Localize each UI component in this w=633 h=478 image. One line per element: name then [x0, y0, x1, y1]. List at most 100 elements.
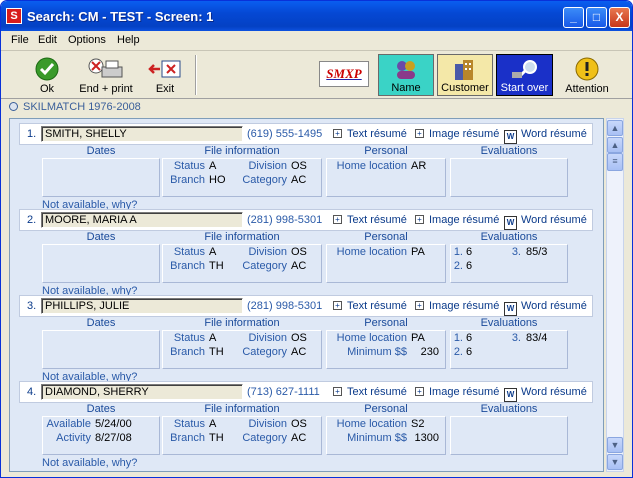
smxp-button[interactable]: SMXP	[319, 61, 369, 87]
activity-label: Activity	[56, 432, 91, 444]
image-resume-link[interactable]: + Image résumé	[415, 300, 499, 312]
name-label: Name	[391, 82, 421, 94]
scroll-down-page-icon[interactable]: ▼	[607, 437, 623, 453]
phone-number[interactable]: (281) 998-5301	[247, 300, 322, 312]
maximize-button[interactable]: □	[586, 7, 607, 28]
branch-label: Branch	[170, 174, 205, 186]
home-location-label: Home location	[336, 160, 407, 172]
status-value: A	[209, 246, 217, 258]
app-window: S Search: CM - TEST - Screen: 1 _ □ X Fi…	[0, 0, 633, 478]
activity-value: 8/27/08	[95, 432, 132, 444]
category-label: Category	[242, 346, 287, 358]
exit-button[interactable]: Exit	[145, 54, 185, 96]
dates-title: Dates	[86, 403, 116, 415]
eval-1-value: 6	[466, 332, 473, 344]
image-resume-label: Image résumé	[429, 300, 500, 312]
category-value: AC	[291, 174, 307, 186]
minimum-value: 1300	[414, 432, 439, 444]
copyright-icon	[9, 102, 18, 111]
printer-icon	[88, 58, 123, 78]
eval-1-label: 1.	[453, 246, 463, 258]
branch-value: TH	[209, 260, 224, 272]
eval-2-value: 6	[466, 260, 473, 272]
not-available-link[interactable]: Not available, why?	[42, 457, 137, 469]
home-location-label: Home location	[336, 418, 407, 430]
ok-button[interactable]: Ok	[29, 54, 65, 96]
minimize-button[interactable]: _	[563, 7, 584, 28]
menu-file[interactable]: File	[11, 34, 29, 46]
evaluations-box	[450, 416, 568, 455]
title-bar[interactable]: S Search: CM - TEST - Screen: 1 _ □ X	[1, 1, 632, 31]
start-over-button[interactable]: Start over	[496, 54, 553, 96]
scroll-thumb[interactable]: ≡	[607, 153, 623, 171]
text-resume-link[interactable]: + Text résumé	[333, 128, 407, 140]
scroll-up-icon[interactable]: ▲	[607, 120, 623, 136]
image-resume-link[interactable]: + Image résumé	[415, 214, 499, 226]
candidate-name[interactable]: PHILLIPS, JULIE	[41, 298, 243, 314]
close-button[interactable]: X	[609, 7, 630, 28]
text-resume-link[interactable]: + Text résumé	[333, 300, 407, 312]
window-title: Search: CM - TEST - Screen: 1	[27, 9, 214, 24]
attention-button[interactable]: Attention	[561, 54, 613, 96]
record-header: 1. SMITH, SHELLY (619) 555-1495 + Text ré…	[19, 123, 593, 145]
exit-label: Exit	[155, 83, 175, 95]
expand-icon: +	[415, 301, 424, 310]
vertical-scrollbar[interactable]: ▲ ▲ ≡ ▼ ▼	[606, 118, 624, 472]
text-resume-link[interactable]: + Text résumé	[333, 386, 407, 398]
customer-button[interactable]: Customer	[437, 54, 493, 96]
status-label: Status	[173, 332, 205, 344]
image-resume-label: Image résumé	[429, 386, 500, 398]
eval-2-label: 2.	[453, 260, 463, 272]
candidate-name[interactable]: SMITH, SHELLY	[41, 126, 243, 142]
scroll-down-icon[interactable]: ▼	[607, 454, 623, 470]
status-label: Status	[173, 160, 205, 172]
evaluations-title: Evaluations	[480, 317, 538, 329]
image-resume-link[interactable]: + Image résumé	[415, 386, 499, 398]
category-label: Category	[242, 174, 287, 186]
word-resume-label: Word résumé	[521, 300, 587, 312]
division-value: OS	[291, 418, 307, 430]
end-print-label: End + print	[79, 83, 133, 95]
phone-number[interactable]: (713) 627-1111	[247, 386, 320, 398]
building-icon	[455, 60, 473, 80]
warning-icon	[575, 57, 599, 81]
branch-value: TH	[209, 432, 224, 444]
candidate-name[interactable]: MOORE, MARIA A	[41, 212, 243, 228]
brand-line: SKILMATCH 1976-2008	[1, 99, 632, 116]
text-resume-label: Text résumé	[347, 386, 407, 398]
expand-icon: +	[415, 129, 424, 138]
word-resume-link[interactable]: W Word résumé	[504, 386, 587, 402]
record-header: 2. MOORE, MARIA A (281) 998-5301 + Text r…	[19, 209, 593, 231]
eval-2-value: 6	[466, 346, 473, 358]
name-button[interactable]: Name	[378, 54, 434, 96]
word-resume-link[interactable]: W Word résumé	[504, 128, 587, 144]
ok-label: Ok	[39, 83, 55, 95]
evaluations-title: Evaluations	[480, 145, 538, 157]
text-resume-link[interactable]: + Text résumé	[333, 214, 407, 226]
word-resume-link[interactable]: W Word résumé	[504, 300, 587, 316]
menu-options[interactable]: Options	[68, 34, 106, 46]
scroll-up-page-icon[interactable]: ▲	[607, 137, 623, 153]
expand-icon: +	[415, 387, 424, 396]
candidate-name[interactable]: DIAMOND, SHERRY	[41, 384, 243, 400]
magnifier-icon	[511, 60, 537, 79]
evaluations-title: Evaluations	[480, 403, 538, 415]
menu-edit[interactable]: Edit	[38, 34, 57, 46]
branch-value: TH	[209, 346, 224, 358]
menu-help[interactable]: Help	[117, 34, 140, 46]
record: 3. PHILLIPS, JULIE (281) 998-5301 + Text …	[19, 295, 593, 383]
eval-3-value: 85/3	[526, 246, 548, 258]
image-resume-link[interactable]: + Image résumé	[415, 128, 499, 140]
phone-number[interactable]: (281) 998-5301	[247, 214, 322, 226]
end-print-button[interactable]: End + print	[75, 54, 137, 96]
branch-label: Branch	[170, 346, 205, 358]
results-list[interactable]: 1. SMITH, SHELLY (619) 555-1495 + Text ré…	[9, 118, 604, 472]
phone-number[interactable]: (619) 555-1495	[247, 128, 322, 140]
word-resume-link[interactable]: W Word résumé	[504, 214, 587, 230]
record: 1. SMITH, SHELLY (619) 555-1495 + Text ré…	[19, 123, 593, 211]
division-label: Division	[248, 418, 287, 430]
personal-title: Personal	[364, 317, 408, 329]
record-number: 1.	[27, 128, 37, 140]
image-resume-label: Image résumé	[429, 214, 500, 226]
expand-icon: +	[333, 129, 342, 138]
